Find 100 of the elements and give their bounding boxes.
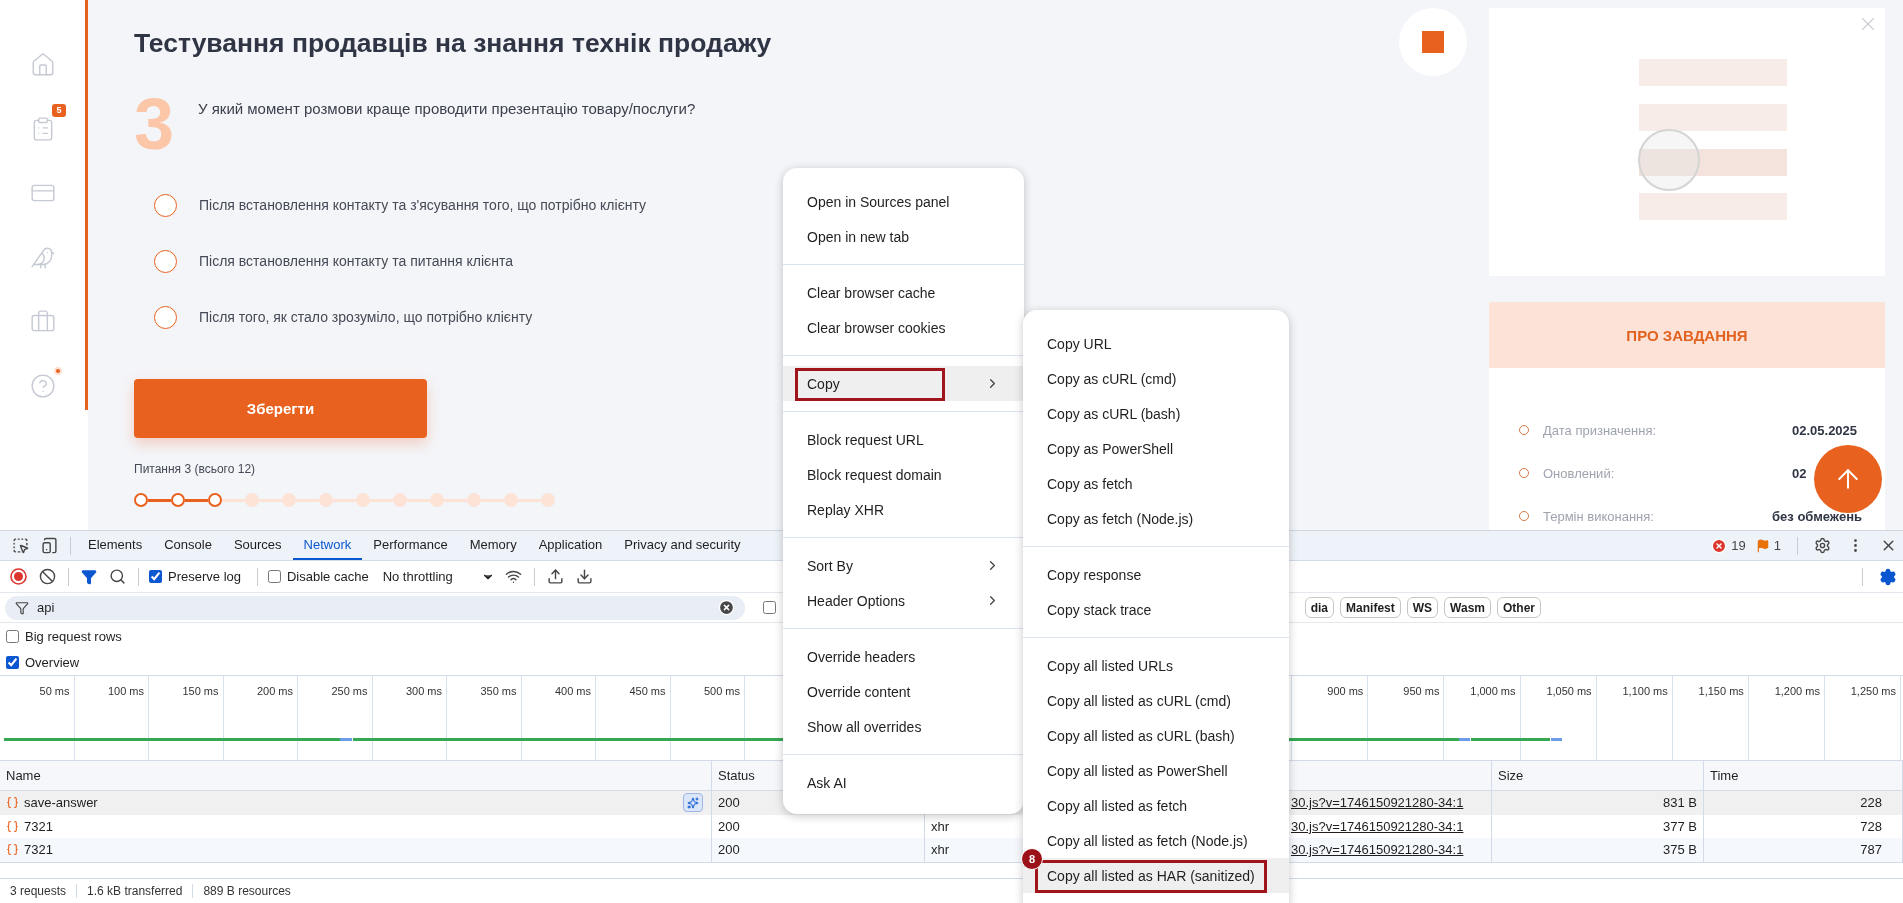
type-filter-chip[interactable]: dia xyxy=(1304,597,1335,618)
filter-field[interactable]: api xyxy=(5,595,745,620)
initiator-link[interactable]: 30.js?v=1746150921280-34:1 xyxy=(1291,795,1464,811)
request-name: save-answer xyxy=(24,795,98,811)
devtools-tab[interactable]: Memory xyxy=(458,531,528,560)
table-cell: 831 B xyxy=(1492,791,1704,815)
tick-label: 300 ms xyxy=(405,685,442,698)
tick-label: 1,250 ms xyxy=(1850,685,1896,698)
initiator-link[interactable]: 30.js?v=1746150921280-34:1 xyxy=(1291,842,1464,858)
detail-value: 02.05.2025 xyxy=(1792,422,1858,438)
tick-label: 350 ms xyxy=(480,685,517,698)
menu-item[interactable]: Copy all listed as PowerShell xyxy=(1023,753,1289,788)
table-cell: 200 xyxy=(712,838,925,862)
tick-label: 1,150 ms xyxy=(1698,685,1744,698)
table-cell: 228 xyxy=(1704,791,1903,815)
tick-label: 900 ms xyxy=(1327,685,1364,698)
braces-icon xyxy=(6,843,19,857)
type-filter-chip[interactable]: WS xyxy=(1406,597,1439,618)
menu-item[interactable]: Copy as fetch (Node.js) xyxy=(1023,501,1289,536)
detail-label: Оновлений: xyxy=(1543,465,1615,481)
progress-step[interactable] xyxy=(134,493,148,507)
checkbox[interactable] xyxy=(6,629,19,643)
warning-count[interactable]: 1 xyxy=(1773,538,1781,553)
detail-value: 02 xyxy=(1792,465,1807,481)
status-text: 3 requests xyxy=(9,884,68,898)
status-text: 1.6 kB transferred xyxy=(76,884,193,898)
tick-label: 1,100 ms xyxy=(1622,685,1668,698)
question-number: 3 xyxy=(134,86,176,166)
radio-button[interactable] xyxy=(154,305,177,329)
step-badge: 8 xyxy=(1021,848,1043,870)
menu-item[interactable]: Copy as cURL (bash) xyxy=(1023,396,1289,431)
tick-label: 50 ms xyxy=(39,685,70,698)
menu-item[interactable]: Copy as PowerShell xyxy=(1023,431,1289,466)
menu-item[interactable]: Open in new tab xyxy=(783,219,1024,254)
tick-label: 100 ms xyxy=(107,685,144,698)
menu-item[interactable]: Copy as fetch xyxy=(1023,466,1289,501)
menu-item[interactable]: Override content xyxy=(783,674,1024,709)
menu-item[interactable]: Copy all listed URLs xyxy=(1023,648,1289,683)
table-cell: 787 xyxy=(1704,838,1903,862)
menu-item[interactable]: Sort By xyxy=(783,548,1024,583)
count-badge: 5 xyxy=(52,104,66,118)
devtools-tab[interactable]: Privacy and security xyxy=(613,531,752,560)
error-count[interactable]: 19 xyxy=(1731,538,1746,553)
tick-label: 1,050 ms xyxy=(1546,685,1592,698)
initiator-link[interactable]: 30.js?v=1746150921280-34:1 xyxy=(1291,818,1464,834)
ai-assist-button[interactable] xyxy=(683,793,703,813)
type-filter-chip[interactable]: Manifest xyxy=(1340,597,1401,618)
menu-item[interactable]: Block request URL xyxy=(783,422,1024,457)
radio-button[interactable] xyxy=(154,193,177,217)
filter-icon xyxy=(15,600,29,615)
menu-item[interactable]: Replay XHR xyxy=(783,492,1024,527)
menu-item[interactable]: Copy all listed as cURL (bash) xyxy=(1023,718,1289,753)
menu-item[interactable]: Copy response xyxy=(1023,557,1289,592)
checkbox-label: Preserve log xyxy=(168,569,241,584)
table-cell[interactable]: 7321 xyxy=(0,838,712,862)
menu-item[interactable]: Copy stack trace xyxy=(1023,592,1289,627)
menu-item[interactable]: Clear browser cookies xyxy=(783,310,1024,345)
status-text: 889 B resources xyxy=(192,884,301,898)
menu-item[interactable]: Show all overrides xyxy=(783,709,1024,744)
tick-label: 400 ms xyxy=(554,685,591,698)
type-filter-chip[interactable]: Other xyxy=(1497,597,1541,618)
devtools-tab[interactable]: Elements xyxy=(77,531,154,560)
help-icon xyxy=(29,372,56,399)
detail-value: без обмежень xyxy=(1772,508,1862,524)
menu-item[interactable]: Copy as cURL (cmd) xyxy=(1023,361,1289,396)
menu-item[interactable]: Override headers xyxy=(783,639,1024,674)
table-cell[interactable]: save-answer xyxy=(0,791,712,815)
column-header[interactable]: Name xyxy=(0,761,712,791)
devtools-tab[interactable]: Performance xyxy=(362,531,459,560)
menu-item[interactable]: Copy xyxy=(783,366,1024,401)
menu-item[interactable]: Copy URL xyxy=(1023,326,1289,361)
devtools-tab[interactable]: Console xyxy=(153,531,223,560)
type-filter-chip[interactable]: Wasm xyxy=(1444,597,1491,618)
progress-step[interactable] xyxy=(208,493,222,507)
column-header[interactable]: Time xyxy=(1704,761,1903,791)
test-title: Тестування продавців на знання технік продажу xyxy=(134,28,772,58)
checkbox[interactable] xyxy=(6,655,19,669)
checkbox[interactable] xyxy=(763,601,776,614)
tick-label: 1,200 ms xyxy=(1774,685,1820,698)
menu-item[interactable]: Block request domain xyxy=(783,457,1024,492)
devtools-tab[interactable]: Application xyxy=(527,531,614,560)
tick-label: 950 ms xyxy=(1403,685,1440,698)
devtools-tab[interactable]: Network xyxy=(292,531,363,560)
menu-item[interactable]: Copy all listed as cURL (cmd) xyxy=(1023,683,1289,718)
option-label: Після встановлення контакту та питання клієнта xyxy=(199,253,514,269)
progress-step[interactable] xyxy=(171,493,185,507)
menu-item[interactable]: Open in Sources panel xyxy=(783,184,1024,219)
radio-button[interactable] xyxy=(154,249,177,273)
checkbox[interactable] xyxy=(149,570,162,583)
option-label: Після того, як стало зрозуміло, що потрібно клієнту xyxy=(199,309,533,325)
throttling-dropdown[interactable]: No throttling xyxy=(378,569,499,584)
column-header[interactable]: Size xyxy=(1492,761,1704,791)
filter-input[interactable]: api xyxy=(37,600,710,615)
menu-item[interactable]: Clear browser cache xyxy=(783,275,1024,310)
checkbox[interactable] xyxy=(268,570,281,583)
tick-label: 150 ms xyxy=(182,685,219,698)
devtools-tab[interactable]: Sources xyxy=(222,531,293,560)
clear-icon[interactable] xyxy=(718,599,735,616)
tick-label: 500 ms xyxy=(703,685,740,698)
menu-item[interactable]: Header Options xyxy=(783,583,1024,618)
